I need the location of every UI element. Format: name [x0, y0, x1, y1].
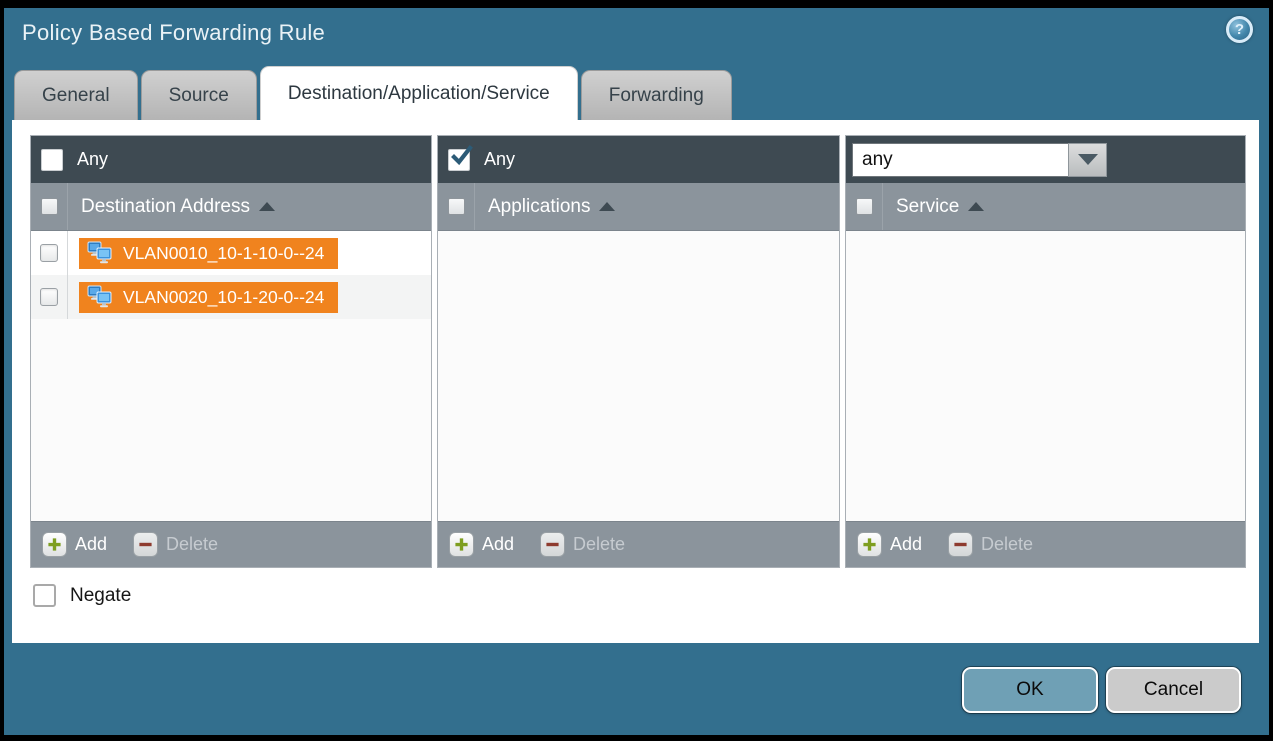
- service-dropdown-bar: [846, 136, 1245, 183]
- add-plus-icon: [857, 532, 882, 557]
- add-button[interactable]: Add: [42, 532, 107, 557]
- help-icon[interactable]: [1226, 16, 1253, 43]
- address-object-label: VLAN0010_10-1-10-0--24: [123, 243, 324, 264]
- service-column-header: Service: [846, 183, 1245, 231]
- tab-content-panel: Any Destination Address: [12, 120, 1259, 643]
- destination-row-checkbox[interactable]: [40, 288, 58, 306]
- destination-address-column: Any Destination Address: [30, 135, 432, 568]
- policy-based-forwarding-dialog: Policy Based Forwarding Rule General Sou…: [4, 8, 1269, 735]
- destination-any-bar: Any: [31, 136, 431, 183]
- applications-toolbar: Add Delete: [438, 521, 839, 567]
- tab-general[interactable]: General: [14, 70, 138, 120]
- destination-row-checkbox[interactable]: [40, 244, 58, 262]
- destination-select-all-checkbox[interactable]: [41, 198, 58, 215]
- service-column: Service Add Delete: [845, 135, 1246, 568]
- address-object-label: VLAN0020_10-1-20-0--24: [123, 287, 324, 308]
- service-dropdown-button[interactable]: [1068, 143, 1107, 177]
- applications-any-label: Any: [484, 149, 515, 170]
- add-button[interactable]: Add: [857, 532, 922, 557]
- negate-row: Negate: [33, 584, 131, 607]
- delete-minus-icon: [133, 532, 158, 557]
- applications-column: Any Applications Add: [437, 135, 840, 568]
- negate-label: Negate: [70, 585, 131, 607]
- sort-ascending-icon: [259, 202, 275, 211]
- delete-button[interactable]: Delete: [948, 532, 1033, 557]
- applications-any-bar: Any: [438, 136, 839, 183]
- delete-button-label: Delete: [166, 534, 218, 555]
- add-button-label: Add: [482, 534, 514, 555]
- destination-header-label[interactable]: Destination Address: [81, 196, 250, 218]
- delete-button-label: Delete: [573, 534, 625, 555]
- add-button-label: Add: [890, 534, 922, 555]
- applications-any-checkbox-checked[interactable]: [448, 149, 470, 171]
- negate-checkbox[interactable]: [33, 584, 56, 607]
- tab-forwarding[interactable]: Forwarding: [581, 70, 732, 120]
- tab-general-label: General: [42, 85, 110, 107]
- table-row: VLAN0010_10-1-10-0--24: [31, 231, 431, 275]
- destination-column-header: Destination Address: [31, 183, 431, 231]
- address-object-chip[interactable]: VLAN0010_10-1-10-0--24: [79, 238, 338, 269]
- service-dropdown: [852, 143, 1107, 177]
- applications-select-all-checkbox[interactable]: [448, 198, 465, 215]
- cancel-button[interactable]: Cancel: [1106, 667, 1241, 713]
- ok-button[interactable]: OK: [962, 667, 1098, 713]
- destination-list: VLAN0010_10-1-10-0--24: [31, 231, 431, 521]
- delete-button-label: Delete: [981, 534, 1033, 555]
- table-row: VLAN0020_10-1-20-0--24: [31, 275, 431, 319]
- applications-list: [438, 231, 839, 521]
- delete-minus-icon: [948, 532, 973, 557]
- tab-destination-application-service-label: Destination/Application/Service: [288, 83, 550, 105]
- service-list: [846, 231, 1245, 521]
- service-select-all-checkbox[interactable]: [856, 198, 873, 215]
- delete-minus-icon: [540, 532, 565, 557]
- delete-button[interactable]: Delete: [540, 532, 625, 557]
- delete-button[interactable]: Delete: [133, 532, 218, 557]
- dialog-title: Policy Based Forwarding Rule: [22, 20, 325, 46]
- chevron-down-icon: [1078, 154, 1098, 165]
- add-plus-icon: [42, 532, 67, 557]
- address-object-icon: [87, 285, 114, 309]
- tab-source-label: Source: [169, 85, 229, 107]
- sort-ascending-icon: [968, 202, 984, 211]
- applications-header-label[interactable]: Applications: [488, 196, 590, 218]
- service-dropdown-input[interactable]: [852, 143, 1068, 177]
- address-object-icon: [87, 241, 114, 265]
- dialog-titlebar: Policy Based Forwarding Rule: [4, 8, 1269, 64]
- destination-toolbar: Add Delete: [31, 521, 431, 567]
- tab-destination-application-service[interactable]: Destination/Application/Service: [260, 66, 578, 120]
- add-plus-icon: [449, 532, 474, 557]
- destination-any-checkbox[interactable]: [41, 149, 63, 171]
- sort-ascending-icon: [599, 202, 615, 211]
- tab-bar: General Source Destination/Application/S…: [14, 66, 732, 120]
- destination-any-label: Any: [77, 149, 108, 170]
- tab-forwarding-label: Forwarding: [609, 85, 704, 107]
- address-object-chip[interactable]: VLAN0020_10-1-20-0--24: [79, 282, 338, 313]
- applications-column-header: Applications: [438, 183, 839, 231]
- service-toolbar: Add Delete: [846, 521, 1245, 567]
- add-button[interactable]: Add: [449, 532, 514, 557]
- add-button-label: Add: [75, 534, 107, 555]
- tab-source[interactable]: Source: [141, 70, 257, 120]
- service-header-label[interactable]: Service: [896, 196, 959, 218]
